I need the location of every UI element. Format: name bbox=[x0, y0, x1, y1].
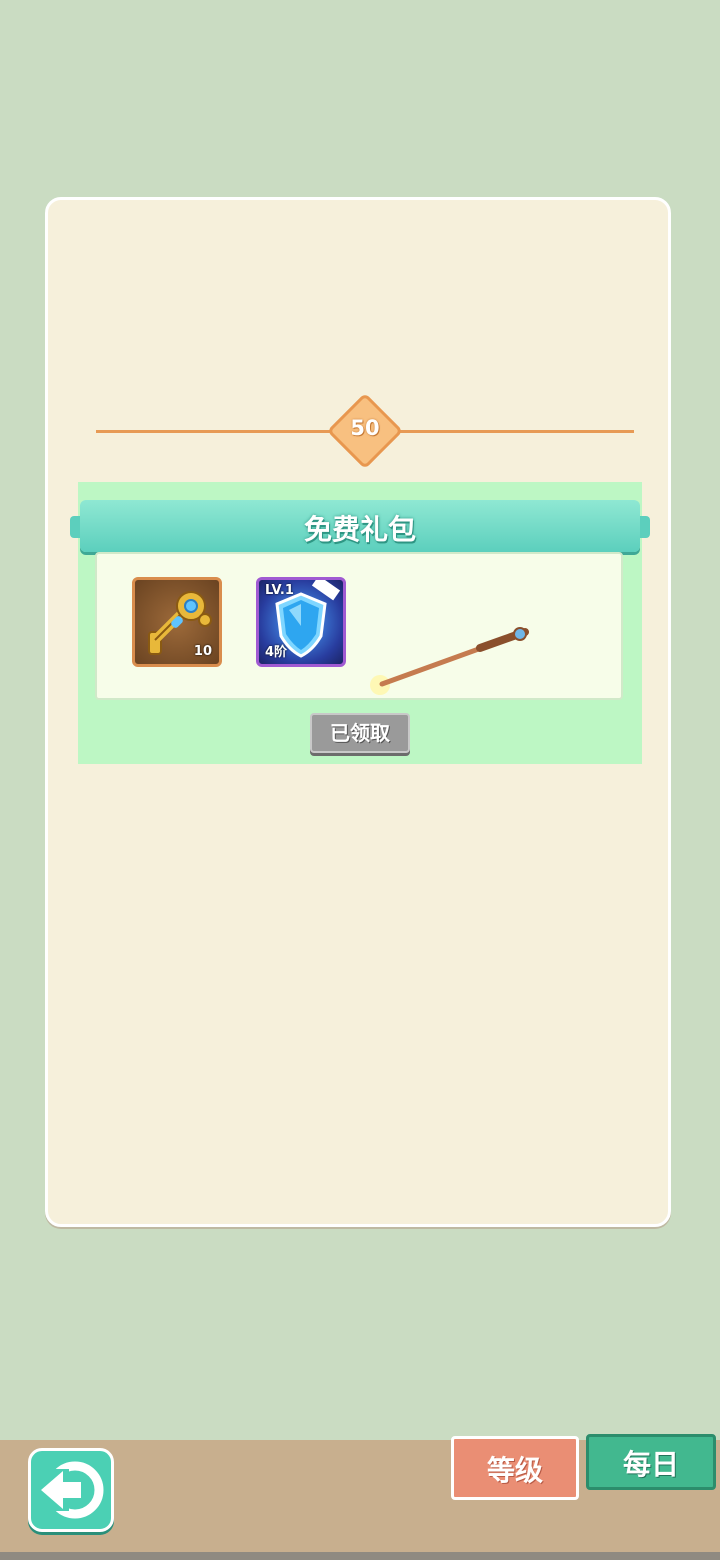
reward-item-key[interactable]: 10 bbox=[132, 577, 222, 667]
tab-daily[interactable]: 每日 bbox=[586, 1434, 716, 1490]
bottom-edge bbox=[0, 1552, 720, 1560]
back-arrow-icon bbox=[39, 1461, 104, 1519]
item-count: 10 bbox=[193, 644, 212, 659]
level-number: 50 bbox=[350, 416, 380, 440]
item-tier: 4阶 bbox=[265, 645, 288, 660]
reward-item-shield[interactable]: LV.1 4阶 bbox=[256, 577, 346, 667]
claimed-button[interactable]: 已领取 bbox=[310, 713, 410, 753]
gift-header: 免费礼包 bbox=[70, 500, 650, 552]
back-button[interactable] bbox=[28, 1448, 114, 1532]
tab-level[interactable]: 等级 bbox=[451, 1436, 579, 1500]
gift-title: 免费礼包 bbox=[303, 513, 416, 546]
magic-wand-cursor-icon bbox=[370, 627, 529, 695]
item-level: LV.1 bbox=[265, 583, 294, 598]
